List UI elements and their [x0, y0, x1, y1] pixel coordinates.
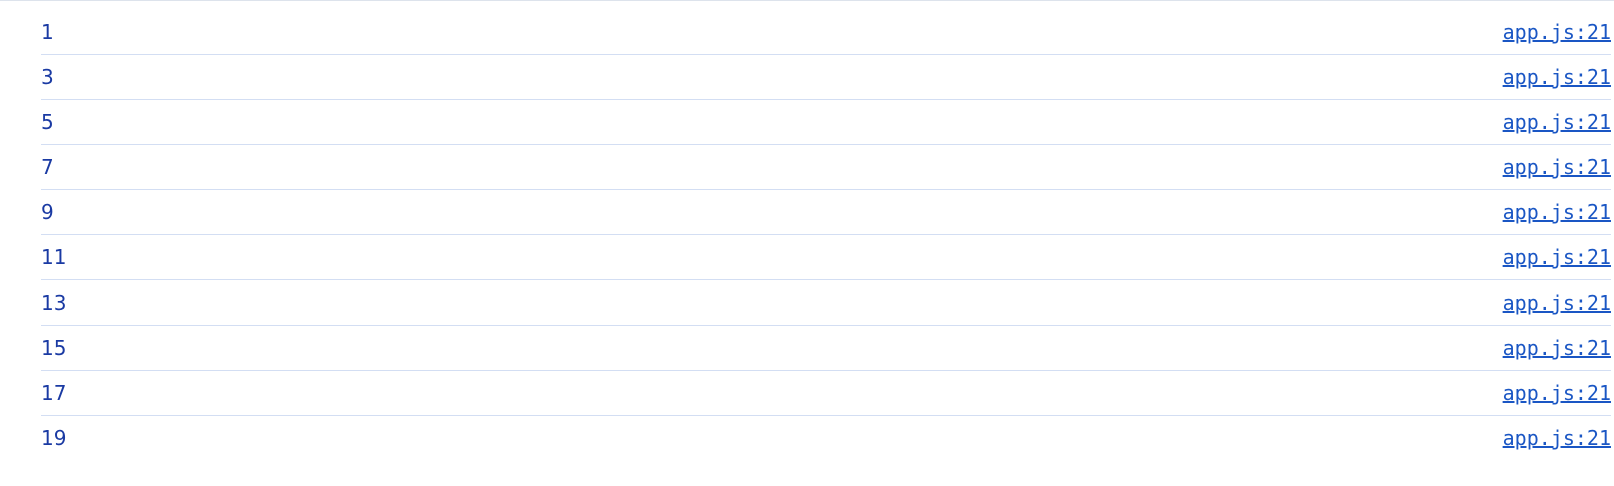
console-log-row: 19 app.js:21	[41, 416, 1611, 461]
log-source-link[interactable]: app.js:21	[1503, 145, 1611, 190]
log-message: 11	[41, 245, 67, 269]
console-log-row: 17 app.js:21	[41, 371, 1611, 416]
log-source-link[interactable]: app.js:21	[1503, 100, 1611, 145]
log-source-link[interactable]: app.js:21	[1503, 371, 1611, 416]
log-source-link[interactable]: app.js:21	[1503, 326, 1611, 371]
log-source-link[interactable]: app.js:21	[1503, 281, 1611, 326]
console-log-row: 3 app.js:21	[41, 55, 1611, 100]
console-log-row: 15 app.js:21	[41, 326, 1611, 371]
console-log-list: 1 app.js:21 3 app.js:21 5 app.js:21 7 ap…	[0, 0, 1614, 486]
console-log-row: 5 app.js:21	[41, 100, 1611, 145]
log-message: 15	[41, 336, 67, 360]
log-message: 1	[41, 20, 54, 44]
log-message: 5	[41, 110, 54, 134]
log-message: 19	[41, 426, 67, 450]
log-message: 9	[41, 200, 54, 224]
log-message: 7	[41, 155, 54, 179]
log-source-link[interactable]: app.js:21	[1503, 416, 1611, 461]
log-message: 13	[41, 291, 67, 315]
log-message: 17	[41, 381, 67, 405]
console-log-row: 1 app.js:21	[41, 10, 1611, 55]
log-message: 3	[41, 65, 54, 89]
log-source-link[interactable]: app.js:21	[1503, 190, 1611, 235]
log-source-link[interactable]: app.js:21	[1503, 55, 1611, 100]
log-source-link[interactable]: app.js:21	[1503, 10, 1611, 55]
console-log-row: 11 app.js:21	[41, 235, 1611, 280]
console-log-row: 13 app.js:21	[41, 281, 1611, 326]
console-log-row: 7 app.js:21	[41, 145, 1611, 190]
console-log-row: 9 app.js:21	[41, 190, 1611, 235]
log-source-link[interactable]: app.js:21	[1503, 235, 1611, 280]
